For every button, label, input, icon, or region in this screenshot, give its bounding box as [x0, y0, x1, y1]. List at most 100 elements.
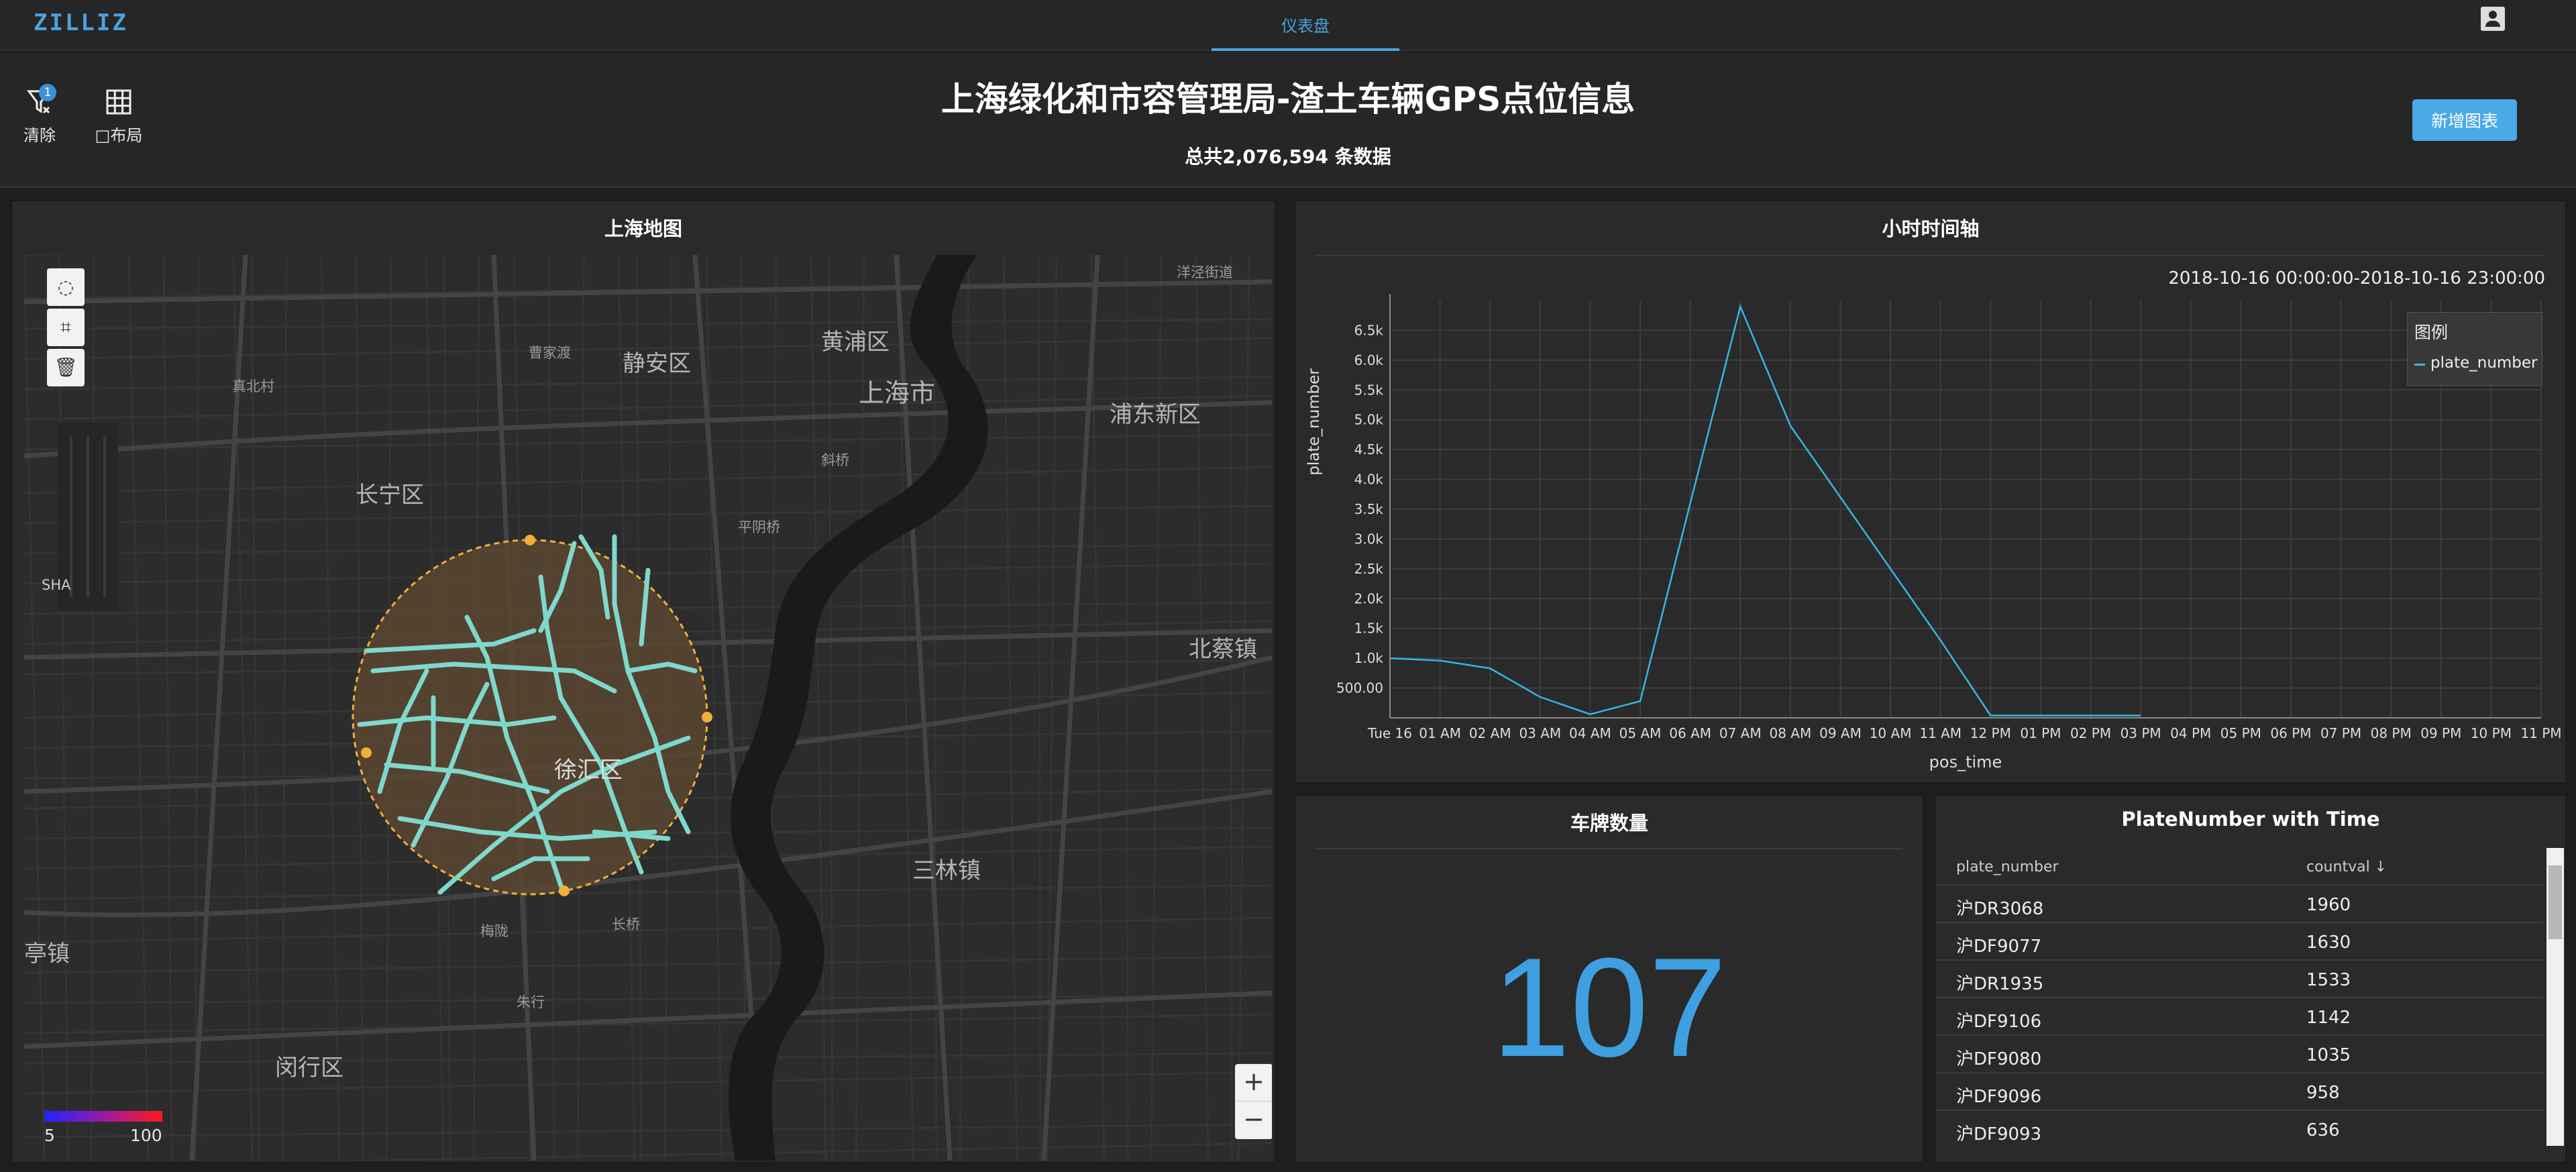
- count-cell: 636: [2306, 1120, 2340, 1140]
- x-tick-label: 06 PM: [2270, 725, 2311, 741]
- y-tick-label: 3.5k: [1354, 501, 1384, 517]
- x-tick-label: 08 PM: [2371, 725, 2412, 741]
- plate-cell: 沪DF9106: [1956, 1012, 2042, 1032]
- count-cell: 1142: [2306, 1008, 2351, 1028]
- line-chart-panel: 小时时间轴 2018-10-16 00:00:00-2018-10-16 23:…: [1295, 200, 2567, 784]
- zilliz-logo[interactable]: ZILLIZ: [34, 9, 128, 36]
- table-scrollbar[interactable]: [2546, 848, 2564, 1146]
- x-tick-label: 09 PM: [2420, 725, 2461, 741]
- plate-cell: 沪DF9093: [1956, 1124, 2042, 1144]
- rectangle-select-icon[interactable]: ⌗: [47, 309, 85, 346]
- count-cell: 958: [2306, 1083, 2340, 1103]
- table-row[interactable]: 沪DF9093 636: [1936, 1111, 2544, 1149]
- plate-cell: 沪DF9080: [1956, 1049, 2042, 1069]
- x-tick-label: 04 PM: [2170, 725, 2211, 741]
- line-chart[interactable]: Tue 16 01 AM 02 AM 03 AM 04 AM 05 AM 06 AM 07 A…: [1296, 201, 2568, 785]
- x-tick-label: 05 PM: [2220, 725, 2261, 741]
- add-chart-button[interactable]: 新增图表: [2412, 99, 2517, 141]
- series-line[interactable]: [1389, 303, 2141, 716]
- count-cell: 1533: [2306, 970, 2351, 990]
- y-tick-label: 1.5k: [1354, 621, 1384, 637]
- table-row[interactable]: 沪DF9106 1142: [1936, 998, 2544, 1036]
- zoom-out-button[interactable]: −: [1235, 1102, 1272, 1139]
- top-nav: ZILLIZ 仪表盘: [0, 0, 2576, 51]
- plate-cell: 沪DR3068: [1956, 899, 2044, 919]
- legend-max-label: 100: [130, 1126, 162, 1145]
- map-label: 浦东新区: [1110, 401, 1201, 428]
- record-count: 总共2,076,594 条数据: [1185, 146, 1391, 168]
- x-tick-label: 07 PM: [2320, 725, 2361, 741]
- x-tick-label: 01 AM: [1419, 725, 1461, 741]
- y-tick-label: 6.5k: [1354, 322, 1384, 338]
- x-axis-label: pos_time: [1929, 753, 2002, 771]
- table-panel: PlateNumber with Time plate_number count…: [1935, 794, 2567, 1163]
- count-panel: 车牌数量 107: [1295, 794, 1924, 1163]
- x-tick-label: 11 AM: [1919, 725, 1962, 741]
- table-row[interactable]: 沪DF9077 1630: [1936, 923, 2544, 961]
- map-label: 斜桥: [821, 452, 849, 468]
- y-tick-label: 6.0k: [1354, 352, 1384, 368]
- page-title: 上海绿化和市容管理局-渣土车辆GPS点位信息: [941, 80, 1635, 119]
- tab-dashboard[interactable]: 仪表盘: [1212, 0, 1399, 51]
- map-label: 平阴桥: [738, 519, 780, 535]
- plate-cell: 沪DF9096: [1956, 1087, 2042, 1107]
- plate-cell: 沪DF9077: [1956, 937, 2042, 957]
- y-tick-label: 500.00: [1336, 680, 1383, 696]
- y-tick-label: 1.0k: [1354, 650, 1384, 666]
- map-label: 徐汇区: [554, 757, 623, 784]
- x-tick-label: 02 PM: [2070, 725, 2111, 741]
- count-cell: 1960: [2306, 895, 2351, 915]
- legend-swatch: [2414, 364, 2425, 366]
- map-label: 闵行区: [275, 1055, 343, 1081]
- map-label: 三林镇: [912, 857, 981, 884]
- table-row[interactable]: 沪DF9080 1035: [1936, 1036, 2544, 1073]
- x-tick-label: 07 AM: [1719, 725, 1762, 741]
- delete-icon[interactable]: 🗑: [47, 349, 85, 386]
- scrollbar-thumb[interactable]: [2548, 865, 2562, 939]
- chart-legend: 图例 plate_number: [2407, 312, 2542, 386]
- x-tick-label: 01 PM: [2020, 725, 2061, 741]
- column-header-countval[interactable]: countval ↓: [2306, 859, 2387, 875]
- zoom-in-button[interactable]: +: [1235, 1064, 1272, 1102]
- x-tick-label: 06 AM: [1669, 725, 1711, 741]
- table-title: PlateNumber with Time: [2121, 808, 2380, 831]
- map-label: 曹家渡: [529, 345, 571, 361]
- account-icon[interactable]: [2481, 7, 2505, 31]
- y-tick-label: 3.0k: [1354, 531, 1384, 547]
- x-tick-label: Tue 16: [1367, 725, 1412, 741]
- map-label: 梅陇: [480, 923, 508, 939]
- table-row[interactable]: 沪DR3068 1960: [1936, 886, 2544, 923]
- x-tick-label: 10 PM: [2471, 725, 2512, 741]
- y-tick-label: 2.5k: [1354, 561, 1384, 577]
- column-header-plate-number[interactable]: plate_number: [1956, 859, 2059, 875]
- y-axis-label: plate_number: [1305, 368, 1323, 476]
- table-header: plate_number countval ↓: [1936, 847, 2544, 886]
- map-label: 北蔡镇: [1189, 636, 1257, 663]
- map-title: 上海地图: [604, 217, 682, 240]
- dashboard-header: 清除 1 □布局 上海绿化和市容管理局-渣土车辆GPS点位信息 总共2,076,…: [0, 52, 2576, 188]
- plate-cell: 沪DR1935: [1956, 974, 2044, 994]
- map-label: SHA: [42, 577, 71, 593]
- color-legend-bar: [44, 1111, 162, 1122]
- data-table: plate_number countval ↓ 沪DR3068 1960 沪DF9…: [1936, 847, 2544, 1149]
- map-canvas[interactable]: 洋泾街道 黄浦区 静安区 曹家渡 真北村 上海市 浦东新区 长宁区 斜桥 平阴桥…: [24, 255, 1272, 1161]
- x-tick-label: 10 AM: [1870, 725, 1912, 741]
- table-row[interactable]: 沪DR1935 1533: [1936, 961, 2544, 998]
- map-label: 上海市: [859, 378, 936, 408]
- x-tick-label: 04 AM: [1569, 725, 1611, 741]
- plate-count-value: 107: [1491, 928, 1727, 1086]
- x-tick-label: 03 PM: [2121, 725, 2161, 741]
- table-row[interactable]: 沪DF9096 958: [1936, 1073, 2544, 1111]
- y-tick-label: 4.5k: [1354, 441, 1384, 458]
- map-label: 静安区: [623, 350, 691, 377]
- divider: [1316, 848, 1902, 849]
- x-tick-label: 11 PM: [2520, 725, 2561, 741]
- count-title: 车牌数量: [1570, 812, 1648, 835]
- map-label: 真北村: [232, 378, 274, 394]
- x-tick-label: 02 AM: [1469, 725, 1511, 741]
- legend-title: 图例: [2414, 323, 2449, 342]
- count-cell: 1630: [2306, 933, 2351, 953]
- y-tick-label: 2.0k: [1354, 590, 1384, 606]
- lasso-select-icon[interactable]: ◌: [47, 268, 85, 306]
- legend-item[interactable]: plate_number: [2430, 354, 2538, 372]
